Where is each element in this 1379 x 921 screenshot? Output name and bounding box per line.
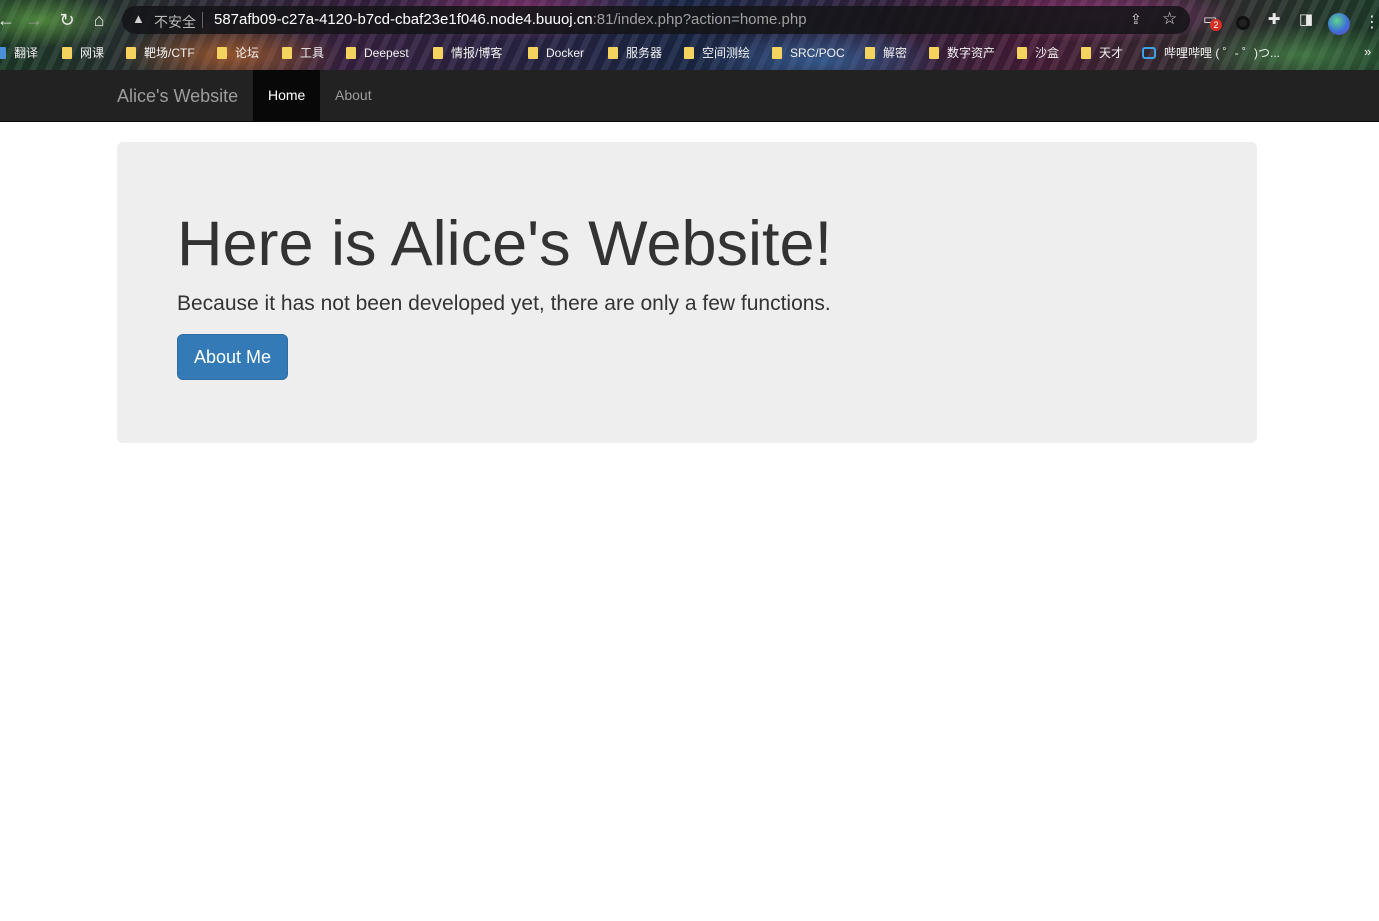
address-separator: [202, 12, 203, 28]
folder-icon: [282, 47, 292, 59]
bookmark-item[interactable]: Docker: [528, 44, 584, 62]
folder-icon: [772, 47, 782, 59]
folder-icon: [126, 47, 136, 59]
navbar-brand[interactable]: Alice's Website: [117, 86, 238, 107]
forward-arrow-icon[interactable]: →: [22, 8, 46, 32]
folder-icon: [346, 47, 356, 59]
bookmark-item[interactable]: 空间测绘: [684, 44, 750, 62]
bookmark-item[interactable]: 哔哩哔哩 ( ゜- ゜)つ...: [1142, 44, 1280, 62]
bookmark-item[interactable]: 网课: [62, 44, 104, 62]
nav-home[interactable]: Home: [253, 70, 321, 121]
back-arrow-icon[interactable]: ←: [0, 8, 18, 32]
bookmark-item[interactable]: Deepest: [346, 44, 409, 62]
bookmarks-overflow-button[interactable]: »: [1364, 44, 1371, 59]
url-host: 587afb09-c27a-4120-b7cd-cbaf23e1f046.nod…: [214, 11, 593, 28]
folder-icon: [528, 47, 538, 59]
bookmark-item[interactable]: 天才: [1081, 44, 1123, 62]
folder-icon: [929, 47, 939, 59]
bookmark-item[interactable]: 论坛: [217, 44, 259, 62]
home-icon[interactable]: ⌂: [87, 8, 111, 32]
bookmark-star-icon[interactable]: ☆: [1162, 9, 1177, 29]
folder-icon: [1017, 47, 1027, 59]
bookmark-item[interactable]: 解密: [865, 44, 907, 62]
extension-icon[interactable]: ▭ 2: [1200, 10, 1222, 31]
bookmark-item[interactable]: 服务器: [608, 44, 662, 62]
reload-icon[interactable]: ↻: [55, 8, 79, 32]
extension-circle-icon[interactable]: [1236, 16, 1250, 30]
menu-kebab-icon[interactable]: ⋮: [1364, 12, 1379, 32]
folder-icon: [1081, 47, 1091, 59]
url-path: :81/index.php?action=home.php: [592, 11, 807, 28]
nav-about[interactable]: About: [320, 70, 387, 121]
share-icon[interactable]: ⇪: [1130, 11, 1142, 28]
url-text[interactable]: 587afb09-c27a-4120-b7cd-cbaf23e1f046.nod…: [214, 11, 807, 28]
bookmark-item[interactable]: 沙盒: [1017, 44, 1059, 62]
translate-icon: [0, 47, 6, 59]
folder-icon: [217, 47, 227, 59]
warning-icon[interactable]: ▲: [132, 11, 148, 27]
bookmark-item[interactable]: 翻译: [0, 44, 38, 62]
bookmark-item[interactable]: 靶场/CTF: [126, 44, 195, 62]
folder-icon: [865, 47, 875, 59]
about-me-button[interactable]: About Me: [177, 334, 288, 380]
folder-icon: [433, 47, 443, 59]
bookmark-item[interactable]: 工具: [282, 44, 324, 62]
folder-icon: [608, 47, 618, 59]
bookmark-item[interactable]: 情报/博客: [433, 44, 502, 62]
jumbotron: Here is Alice's Website! Because it has …: [117, 142, 1257, 443]
puzzle-icon[interactable]: ✚: [1264, 10, 1284, 30]
page-heading: Here is Alice's Website!: [177, 209, 833, 279]
bilibili-icon: [1142, 47, 1156, 59]
bookmark-item[interactable]: SRC/POC: [772, 44, 845, 62]
browser-toolbar: ← → ↻ ⌂ ▲ 不安全 587afb09-c27a-4120-b7cd-cb…: [0, 4, 1379, 36]
address-bar[interactable]: ▲ 不安全 587afb09-c27a-4120-b7cd-cbaf23e1f0…: [122, 6, 1190, 34]
bookmark-item[interactable]: 数字资产: [929, 44, 995, 62]
folder-icon: [684, 47, 694, 59]
profile-avatar[interactable]: [1328, 13, 1350, 35]
side-panel-icon[interactable]: ◨: [1296, 10, 1316, 30]
security-label[interactable]: 不安全: [154, 12, 196, 32]
browser-chrome: ← → ↻ ⌂ ▲ 不安全 587afb09-c27a-4120-b7cd-cb…: [0, 0, 1379, 70]
folder-icon: [62, 47, 72, 59]
site-navbar: Alice's Website Home About: [0, 70, 1379, 122]
bookmarks-bar: 翻译 网课 靶场/CTF 论坛 工具 Deepest 情报/博客 Docker …: [0, 40, 1379, 64]
extension-badge: 2: [1210, 19, 1222, 31]
lead-text: Because it has not been developed yet, t…: [177, 292, 831, 315]
